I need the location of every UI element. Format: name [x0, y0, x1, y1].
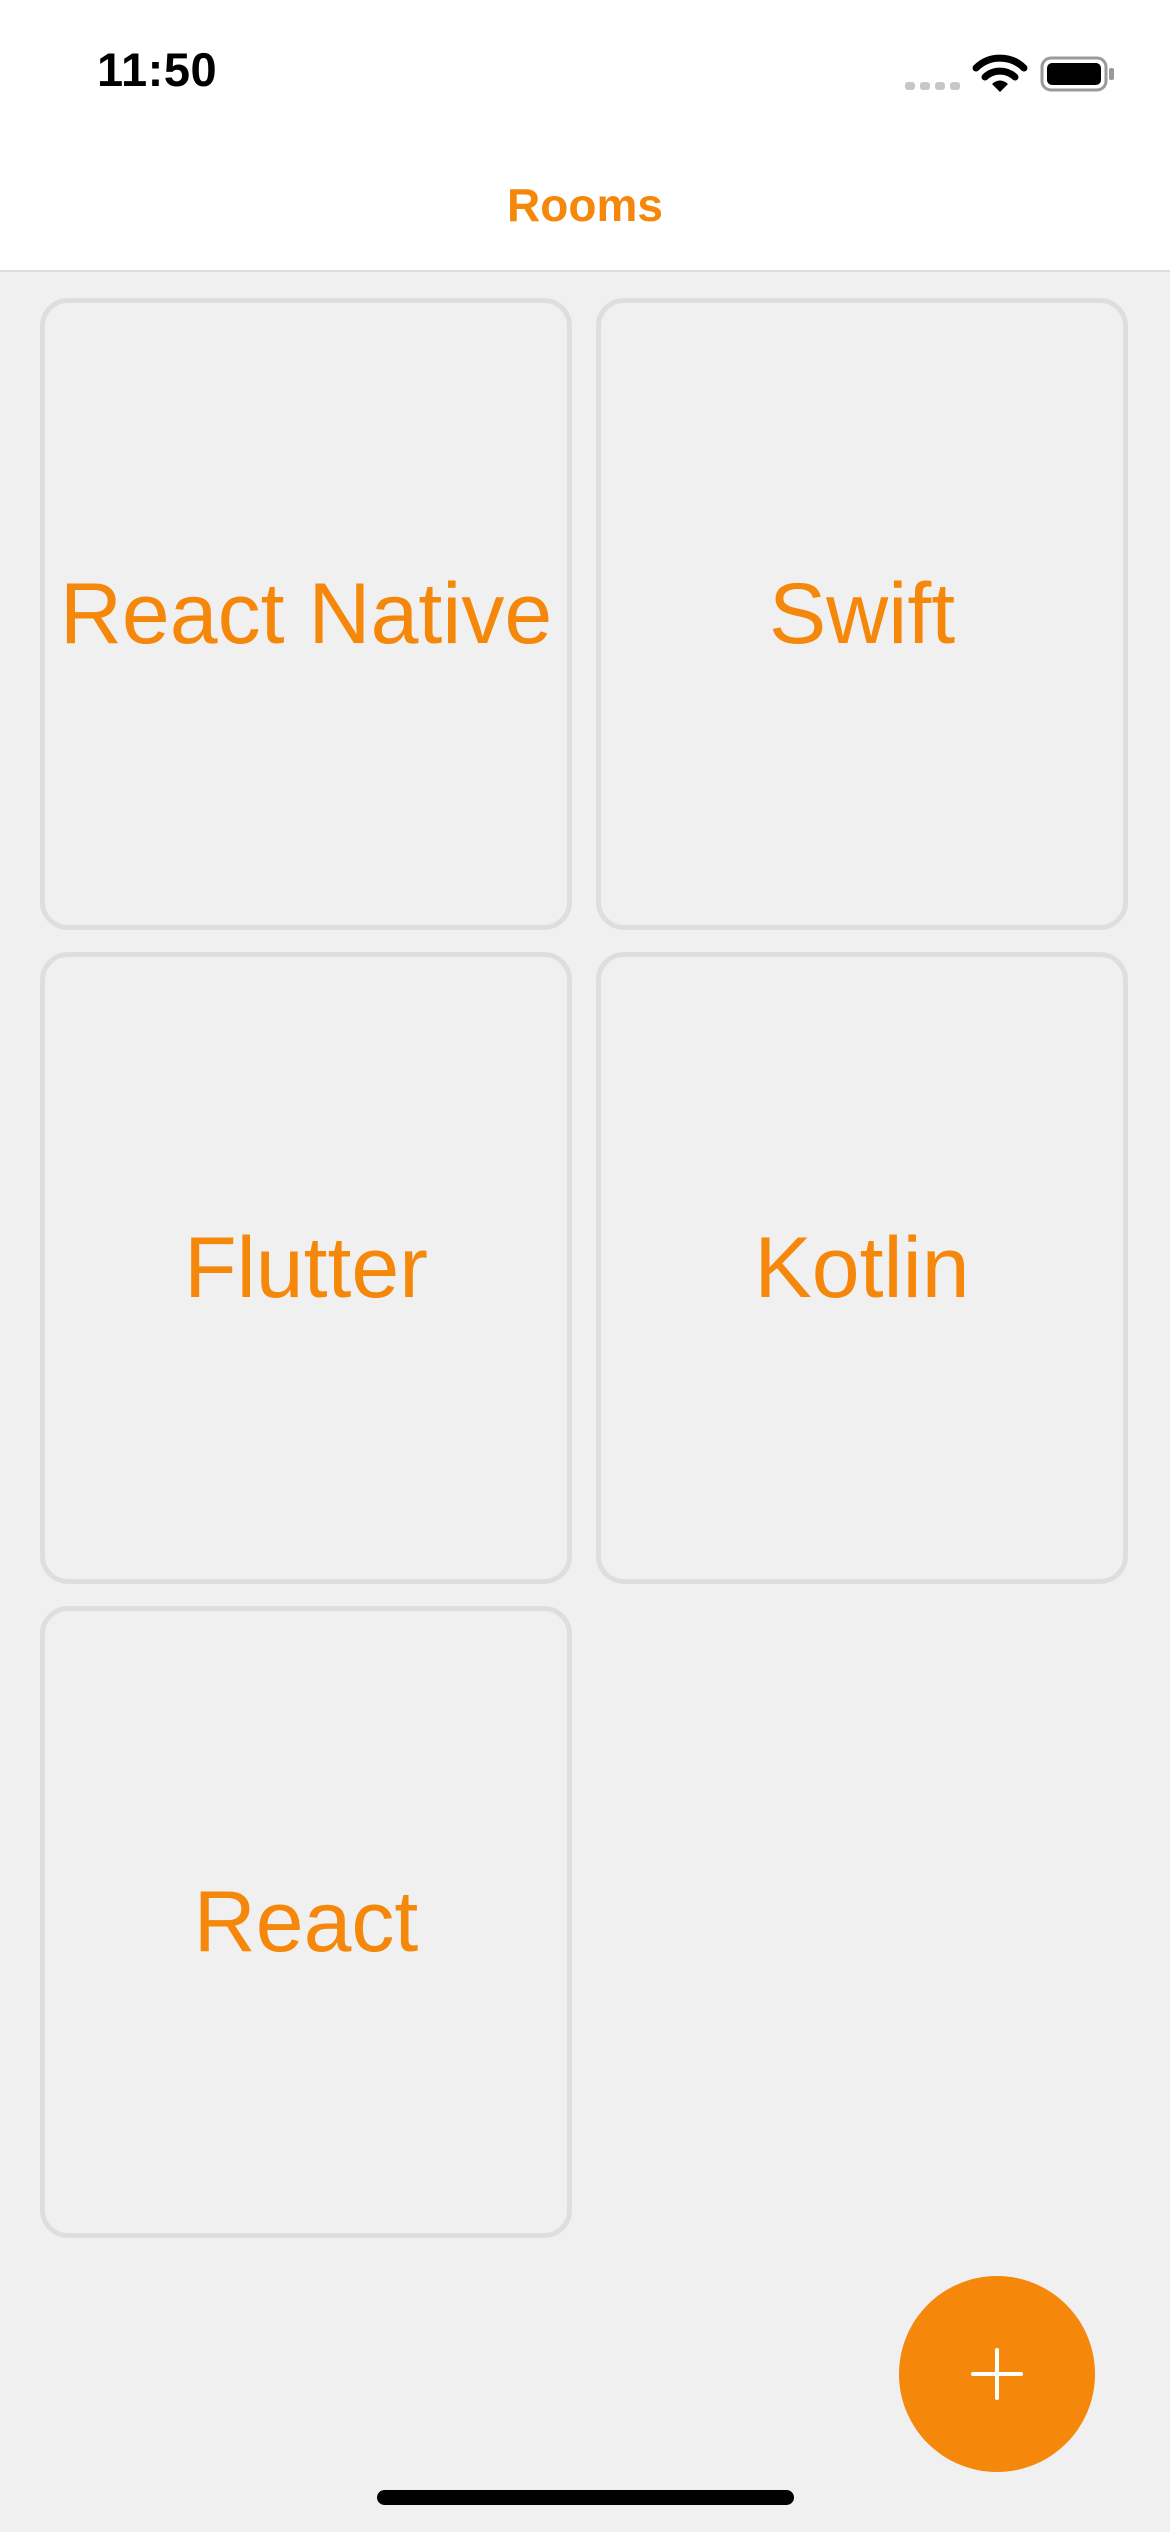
navigation-header: Rooms [0, 140, 1170, 272]
room-label: Kotlin [754, 1219, 970, 1316]
battery-icon [1040, 56, 1114, 92]
rooms-grid: React Native Swift Flutter Kotlin React [40, 298, 1130, 2238]
room-card-react[interactable]: React [40, 1606, 572, 2238]
home-indicator[interactable] [377, 2490, 794, 2505]
status-time: 11:50 [97, 43, 218, 96]
wifi-icon [972, 54, 1028, 92]
cellular-signal-icon [905, 82, 960, 90]
room-card-react-native[interactable]: React Native [40, 298, 572, 930]
plus-icon [971, 2348, 1023, 2400]
room-label: React Native [59, 565, 553, 662]
page-title: Rooms [507, 179, 663, 231]
room-card-flutter[interactable]: Flutter [40, 952, 572, 1584]
room-label: Flutter [184, 1219, 428, 1316]
room-card-swift[interactable]: Swift [596, 298, 1128, 930]
rooms-screen: 11:50 Rooms React Native Swift Flutter K… [0, 0, 1170, 2532]
room-label: React [193, 1873, 419, 1970]
room-label: Swift [768, 565, 956, 662]
add-room-button[interactable] [899, 2276, 1095, 2472]
room-card-kotlin[interactable]: Kotlin [596, 952, 1128, 1584]
status-bar: 11:50 [0, 0, 1170, 140]
